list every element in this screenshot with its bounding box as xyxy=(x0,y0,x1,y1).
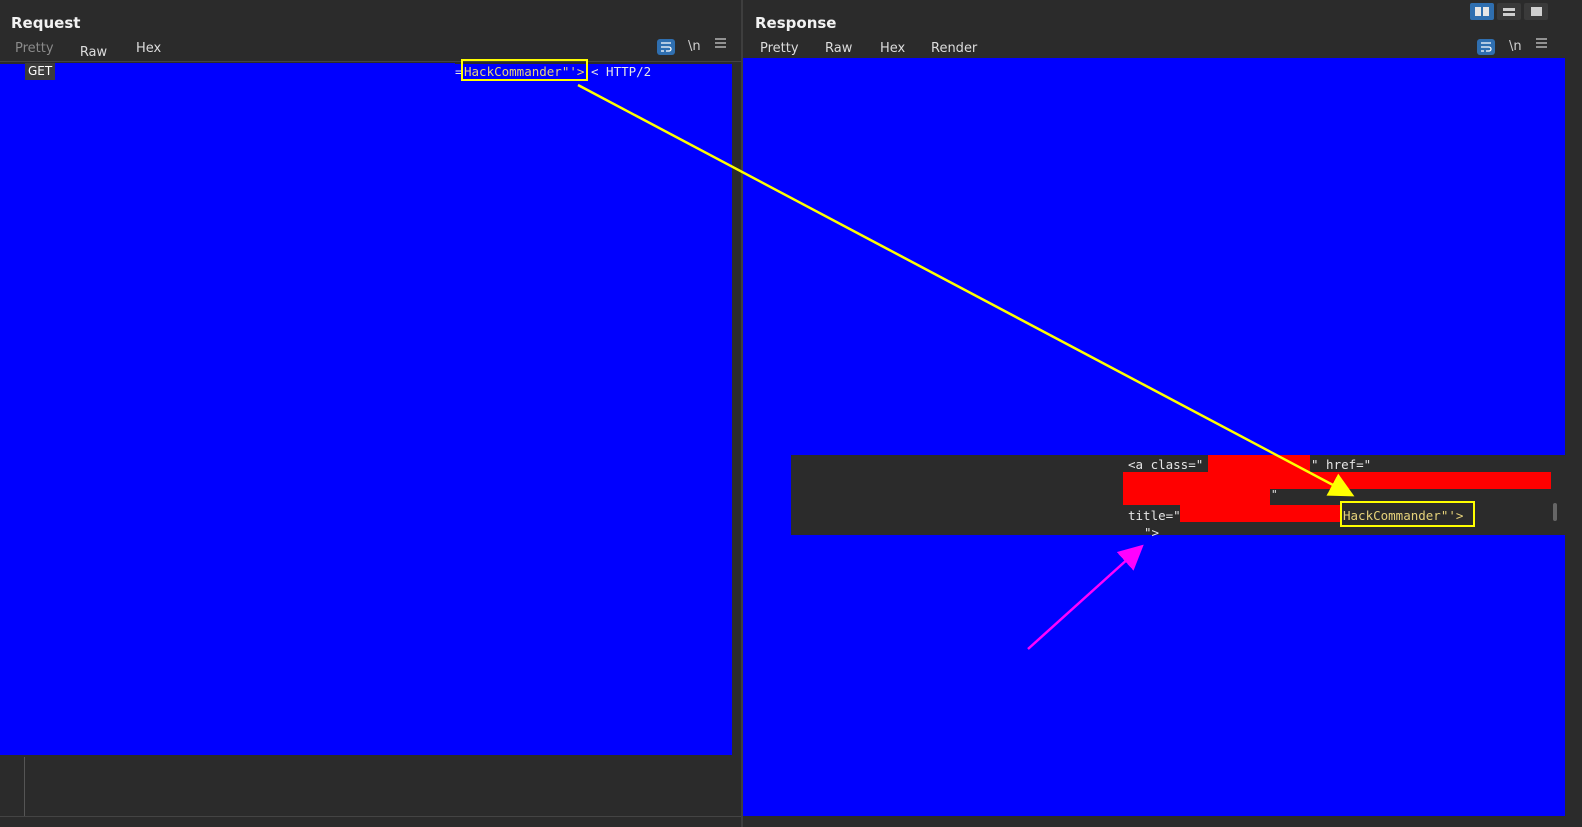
magenta-arrow xyxy=(1027,544,1144,650)
annotation-overlay xyxy=(577,83,1355,650)
yellow-arrow xyxy=(577,83,1355,497)
